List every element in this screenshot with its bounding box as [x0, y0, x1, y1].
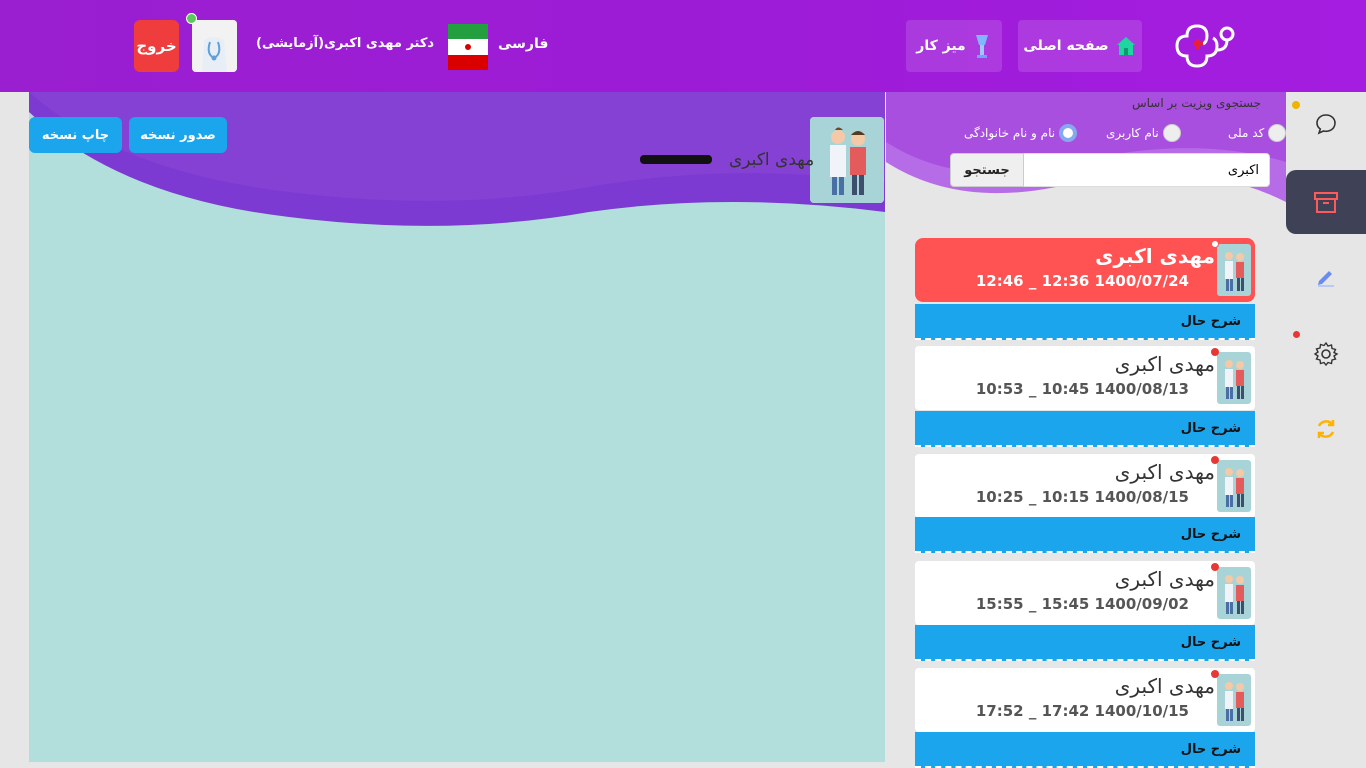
- visit-description-button[interactable]: شرح حال: [915, 304, 1255, 340]
- visit-avatar-illustration: [1225, 252, 1244, 291]
- redacted-id: [640, 155, 712, 164]
- doctor-avatar[interactable]: [192, 20, 237, 72]
- radio-fullname[interactable]: نام و نام خانوادگی: [964, 124, 1078, 142]
- lamp-icon: [975, 35, 988, 58]
- visit-description-button[interactable]: شرح حال: [915, 625, 1255, 661]
- doctor-name: دکتر مهدی اکبری(آزمایشی): [256, 36, 435, 51]
- radio-username-circle[interactable]: [1162, 124, 1181, 142]
- visit-card[interactable]: مهدی اکبری 10:53 _ 10:45 1400/08/13: [915, 346, 1255, 410]
- sidebar-item-chat[interactable]: [1286, 92, 1366, 156]
- radio-national-code-circle[interactable]: [1268, 124, 1287, 142]
- pencil-icon: [1318, 271, 1334, 287]
- home-icon: [1116, 37, 1135, 55]
- visit-patient-image: [1217, 352, 1251, 404]
- patient-doctors-illustration: [810, 117, 884, 203]
- visit-time: 15:55 _ 15:45 1400/09/02: [975, 595, 1189, 613]
- visit-description-button[interactable]: شرح حال: [915, 732, 1255, 768]
- visit-time: 17:52 _ 17:42 1400/10/15: [975, 702, 1189, 720]
- doctor-avatar-image: [192, 20, 237, 72]
- prescription-panel: مهدی اکبری صدور نسخه چاپ نسخه: [29, 92, 885, 762]
- sidebar-item-edit[interactable]: [1286, 244, 1366, 308]
- radio-national-code-label: کد ملی: [1228, 126, 1265, 140]
- app-logo[interactable]: [1175, 14, 1239, 78]
- visit-patient-name: مهدی اکبری: [1114, 352, 1215, 376]
- visit-patient-name: مهدی اکبری: [1114, 567, 1215, 591]
- visit-avatar-illustration: [1225, 682, 1244, 721]
- patient-name: مهدی اکبری: [729, 150, 815, 170]
- visit-description-button[interactable]: شرح حال: [915, 411, 1255, 447]
- visit-avatar-illustration: [1225, 468, 1244, 507]
- visit-patient-image: [1217, 567, 1251, 619]
- visit-patient-name: مهدی اکبری: [1114, 674, 1215, 698]
- online-status-dot: [186, 13, 197, 24]
- visit-status-dot: [1211, 563, 1219, 571]
- visit-status-dot: [1211, 240, 1219, 248]
- visit-patient-name: مهدی اکبری: [1095, 244, 1215, 268]
- radio-username-label: نام کاربری: [1106, 126, 1159, 140]
- search-button[interactable]: جستجو: [950, 153, 1024, 187]
- patient-image: [810, 117, 884, 203]
- visit-patient-name: مهدی اکبری: [1114, 460, 1215, 484]
- search-input[interactable]: [1023, 153, 1270, 187]
- desk-label: میز کار: [916, 38, 966, 54]
- home-button[interactable]: صفحه اصلی: [1018, 20, 1142, 72]
- radio-fullname-circle[interactable]: [1059, 124, 1078, 142]
- visit-time: 10:25 _ 10:15 1400/08/15: [975, 488, 1189, 506]
- issue-prescription-button[interactable]: صدور نسخه: [129, 117, 227, 153]
- refresh-icon: [1317, 420, 1335, 438]
- logout-button[interactable]: خروج: [134, 20, 179, 72]
- language-label[interactable]: فارسی: [498, 36, 548, 52]
- visit-patient-image: [1217, 674, 1251, 726]
- visit-status-dot: [1211, 348, 1219, 356]
- home-label: صفحه اصلی: [1023, 38, 1109, 54]
- gear-icon: [1313, 341, 1339, 367]
- print-prescription-button[interactable]: چاپ نسخه: [29, 117, 122, 153]
- chat-icon: [1316, 114, 1336, 135]
- radio-username[interactable]: نام کاربری: [1106, 124, 1181, 142]
- iran-flag-icon[interactable]: [448, 24, 488, 70]
- visit-patient-image: [1217, 460, 1251, 512]
- visit-time: 12:46 _ 12:36 1400/07/24: [975, 272, 1189, 290]
- right-sidebar: [1286, 92, 1366, 768]
- visit-status-dot: [1211, 456, 1219, 464]
- archive-icon: [1314, 192, 1338, 213]
- visit-patient-image: [1217, 244, 1251, 296]
- visit-avatar-illustration: [1225, 575, 1244, 614]
- sidebar-item-refresh[interactable]: [1286, 397, 1366, 461]
- visit-avatar-illustration: [1225, 360, 1244, 399]
- search-title: جستجوی ویزیت بر اساس: [1132, 96, 1262, 110]
- visit-description-button[interactable]: شرح حال: [915, 517, 1255, 553]
- radio-national-code[interactable]: کد ملی: [1228, 124, 1287, 142]
- top-header: صفحه اصلی میز کار فارسی دکتر مهدی اکبری(…: [0, 0, 1366, 92]
- visit-card[interactable]: مهدی اکبری 10:25 _ 10:15 1400/08/15: [915, 454, 1255, 518]
- settings-notification-dot: [1293, 331, 1300, 338]
- desk-button[interactable]: میز کار: [906, 20, 1002, 72]
- visit-time: 10:53 _ 10:45 1400/08/13: [975, 380, 1189, 398]
- radio-fullname-label: نام و نام خانوادگی: [964, 126, 1056, 140]
- visit-card[interactable]: مهدی اکبری 15:55 _ 15:45 1400/09/02: [915, 561, 1255, 625]
- visit-card-active[interactable]: مهدی اکبری 12:46 _ 12:36 1400/07/24: [915, 238, 1255, 302]
- visit-status-dot: [1211, 670, 1219, 678]
- sidebar-item-archive[interactable]: [1286, 170, 1366, 234]
- visit-card[interactable]: مهدی اکبری 17:52 _ 17:42 1400/10/15: [915, 668, 1255, 732]
